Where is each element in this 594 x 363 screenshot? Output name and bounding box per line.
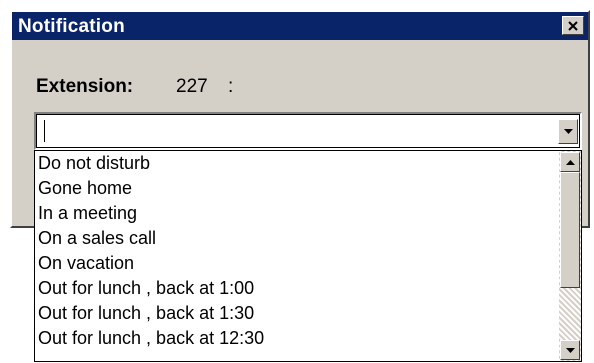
status-combo-box[interactable] (34, 112, 582, 150)
scrollbar-thumb[interactable] (560, 172, 580, 288)
chevron-down-icon (563, 129, 573, 134)
dropdown-options: Do not disturb Gone home In a meeting On… (35, 151, 559, 361)
extension-separator: : (228, 76, 234, 97)
list-item[interactable]: On a sales call (35, 226, 559, 251)
title-bar[interactable]: Notification (12, 12, 588, 40)
scroll-up-arrow-icon (565, 159, 575, 165)
extension-label: Extension: (36, 76, 134, 97)
vertical-scrollbar[interactable] (559, 151, 581, 361)
scroll-down-arrow-icon (565, 347, 575, 353)
list-item[interactable]: In a meeting (35, 201, 559, 226)
list-item[interactable]: Out for lunch , back at 1:30 (35, 301, 559, 326)
combo-dropdown-button[interactable] (558, 119, 578, 144)
list-item[interactable]: On vacation (35, 251, 559, 276)
scroll-down-button[interactable] (560, 340, 580, 360)
list-item[interactable]: Out for lunch , back at 1:00 (35, 276, 559, 301)
text-caret (44, 120, 45, 142)
status-dropdown-list[interactable]: Do not disturb Gone home In a meeting On… (34, 150, 582, 362)
close-button[interactable] (562, 16, 584, 35)
window-title: Notification (18, 16, 125, 37)
list-item[interactable]: Do not disturb (35, 151, 559, 176)
list-item[interactable]: Out for lunch , back at 12:30 (35, 326, 559, 351)
extension-value: 227 (176, 76, 208, 97)
close-x-icon (568, 20, 578, 31)
list-item[interactable]: Gone home (35, 176, 559, 201)
scroll-up-button[interactable] (560, 152, 580, 172)
